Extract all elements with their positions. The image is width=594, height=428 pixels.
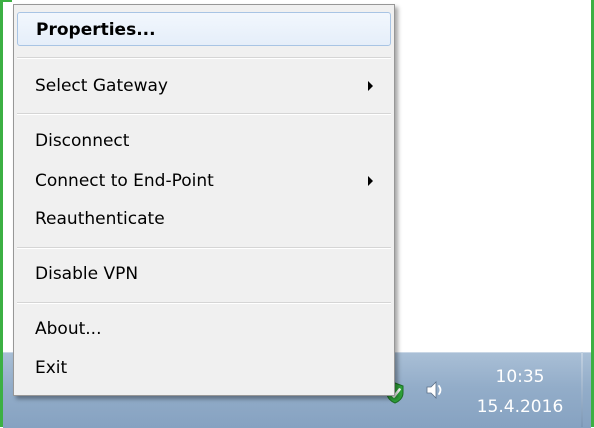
menu-item-label: Disable VPN	[35, 264, 139, 284]
menu-item-label: Properties...	[36, 20, 156, 40]
speaker-volume-icon[interactable]	[424, 378, 450, 402]
menu-item-about[interactable]: About...	[17, 312, 391, 346]
clock-time: 10:35	[495, 367, 545, 387]
menu-item-select-gateway[interactable]: Select Gateway	[17, 69, 391, 103]
vpn-context-menu: Properties... Select Gateway Disconnect …	[13, 4, 395, 396]
clock-date: 15.4.2016	[476, 397, 564, 417]
submenu-arrow-icon	[368, 81, 373, 91]
menu-item-label: Disconnect	[35, 131, 130, 151]
menu-separator	[17, 57, 391, 59]
show-desktop-divider[interactable]	[581, 352, 583, 427]
menu-item-label: Select Gateway	[35, 76, 168, 96]
menu-item-exit[interactable]: Exit	[17, 351, 391, 385]
menu-item-label: About...	[35, 319, 102, 339]
menu-separator	[17, 302, 391, 304]
speaker-volume-icon-graphic	[426, 381, 442, 399]
menu-item-label: Reauthenticate	[35, 209, 165, 229]
menu-item-reauthenticate[interactable]: Reauthenticate	[17, 202, 391, 236]
screenshot-border-top	[0, 0, 12, 2]
menu-separator	[17, 113, 391, 115]
menu-item-disconnect[interactable]: Disconnect	[17, 124, 391, 158]
menu-item-label: Connect to End-Point	[35, 171, 214, 191]
menu-separator	[17, 247, 391, 249]
submenu-arrow-icon	[368, 176, 373, 186]
menu-item-properties[interactable]: Properties...	[17, 12, 391, 46]
menu-item-label: Exit	[35, 358, 68, 378]
tray-clock[interactable]: 10:35 15.4.2016	[462, 362, 578, 422]
menu-item-disable-vpn[interactable]: Disable VPN	[17, 257, 391, 291]
menu-item-connect-to-end-point[interactable]: Connect to End-Point	[17, 164, 391, 198]
